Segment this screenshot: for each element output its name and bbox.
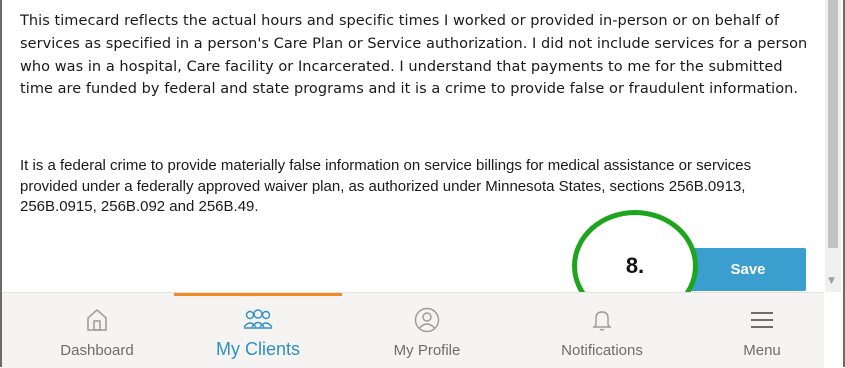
hamburger-icon (750, 307, 774, 333)
clients-icon (243, 307, 273, 333)
bottom-navigation: Dashboard My Clients My Profile Notifica… (2, 292, 824, 368)
nav-item-my-profile[interactable]: My Profile (357, 293, 497, 368)
nav-item-my-clients[interactable]: My Clients (188, 293, 328, 368)
nav-label-my-profile: My Profile (393, 342, 461, 359)
step-annotation-label: 8. (625, 253, 645, 278)
nav-label-menu: Menu (743, 342, 781, 359)
nav-label-my-clients: My Clients (215, 339, 300, 359)
nav-label-notifications: Notifications (561, 342, 643, 359)
home-icon (86, 307, 108, 333)
nav-label-dashboard: Dashboard (60, 342, 134, 359)
nav-item-notifications[interactable]: Notifications (527, 293, 677, 368)
save-button[interactable]: Save (690, 248, 806, 291)
scroll-down-arrow-icon[interactable]: ▼ (828, 276, 835, 286)
nav-item-dashboard[interactable]: Dashboard (32, 293, 162, 368)
nav-item-menu[interactable]: Menu (702, 293, 822, 368)
attestation-paragraph-1: This timecard reflects the actual hours … (20, 13, 808, 98)
vertical-scrollbar[interactable]: ▼ (825, 0, 841, 292)
bell-icon (591, 307, 613, 333)
attestation-paragraph-2: It is a federal crime to provide materia… (20, 157, 752, 215)
profile-icon (414, 307, 440, 333)
scrollbar-thumb[interactable] (828, 0, 838, 248)
